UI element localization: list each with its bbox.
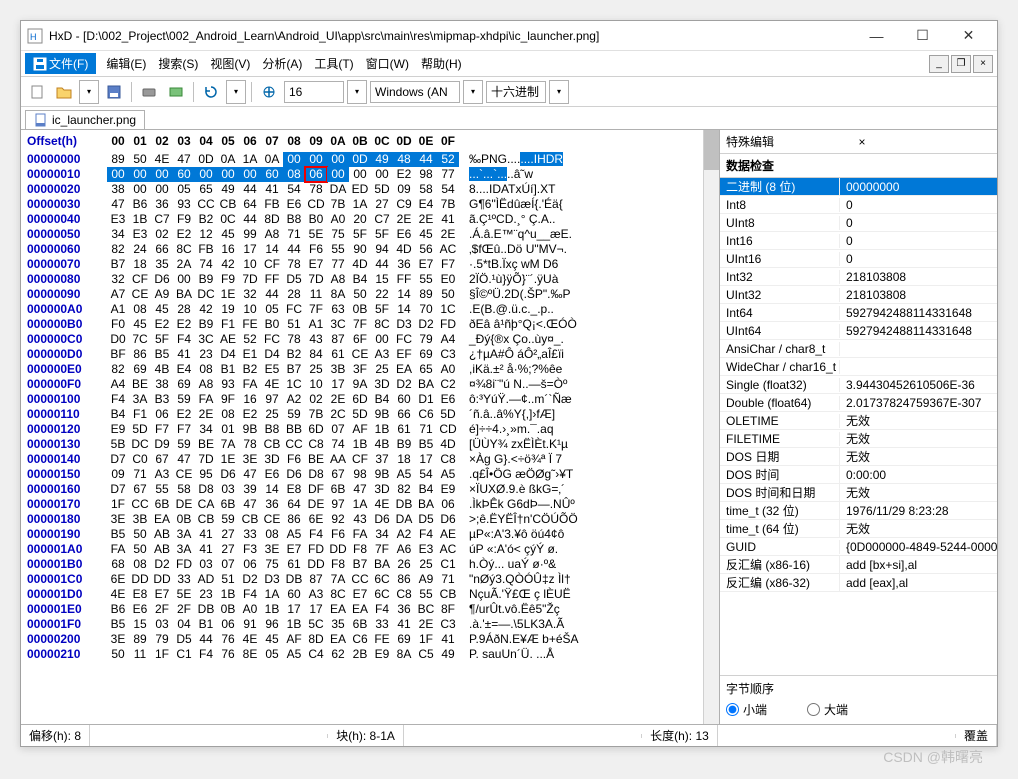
close-button[interactable]: ✕ xyxy=(946,22,991,50)
inspector-row[interactable]: Double (float64)2.01737824759367E-307 xyxy=(720,394,997,412)
disk-button[interactable] xyxy=(137,80,161,104)
inspector-row[interactable]: UInt160 xyxy=(720,250,997,268)
window-controls: — ☐ ✕ xyxy=(854,22,991,50)
file-icon xyxy=(34,113,48,127)
base-dropdown[interactable]: ▾ xyxy=(549,80,569,104)
menu-help[interactable]: 帮助(H) xyxy=(415,53,468,74)
file-tab[interactable]: ic_launcher.png xyxy=(25,110,145,129)
charset-input[interactable] xyxy=(370,81,460,103)
menu-tools[interactable]: 工具(T) xyxy=(308,53,359,74)
bpr-dropdown[interactable]: ▾ xyxy=(347,80,367,104)
save-icon xyxy=(33,57,47,71)
app-window: H HxD - [D:\002_Project\002_Android_Lear… xyxy=(20,20,998,747)
status-offset: 偏移(h): 8 xyxy=(21,725,90,746)
panel-close-button[interactable]: × xyxy=(859,135,992,149)
watermark: CSDN @韩曙亮 xyxy=(883,747,983,767)
inspector-row[interactable]: UInt32218103808 xyxy=(720,286,997,304)
statusbar: 偏移(h): 8 块(h): 8-1A 长度(h): 13 覆盖 xyxy=(21,724,997,746)
status-overwrite: 覆盖 xyxy=(956,725,997,746)
file-menu[interactable]: 文件(F) xyxy=(25,53,96,74)
little-endian-radio[interactable]: 小端 xyxy=(726,701,767,718)
base-input[interactable] xyxy=(486,81,546,103)
inspector-row[interactable]: Int645927942488114331648 xyxy=(720,304,997,322)
inspector-row[interactable]: Int32218103808 xyxy=(720,268,997,286)
mdi-minimize-button[interactable]: _ xyxy=(929,55,949,73)
menu-search[interactable]: 搜索(S) xyxy=(152,53,204,74)
tabbar: ic_launcher.png xyxy=(21,107,997,130)
inspector-row[interactable]: time_t (64 位)无效 xyxy=(720,520,997,538)
data-inspector-panel: 特殊编辑 × 数据检查 二进制 (8 位)00000000Int80UInt80… xyxy=(719,130,997,724)
ram-button[interactable] xyxy=(164,80,188,104)
titlebar: H HxD - [D:\002_Project\002_Android_Lear… xyxy=(21,21,997,51)
inspector-row[interactable]: GUID{0D000000-4849-5244-0000-00600000006… xyxy=(720,538,997,556)
inspector-row[interactable]: Int160 xyxy=(720,232,997,250)
open-button[interactable] xyxy=(52,80,76,104)
inspector-row[interactable]: UInt80 xyxy=(720,214,997,232)
open-dropdown[interactable]: ▾ xyxy=(79,80,99,104)
inspector-row[interactable]: DOS 时间0:00:00 xyxy=(720,466,997,484)
hex-view[interactable]: Offset(h)000102030405060708090A0B0C0D0E0… xyxy=(21,130,703,724)
svg-text:H: H xyxy=(30,32,37,42)
menu-edit[interactable]: 编辑(E) xyxy=(100,53,152,74)
refresh-dropdown[interactable]: ▾ xyxy=(226,80,246,104)
inspector-row[interactable]: Int80 xyxy=(720,196,997,214)
mdi-close-button[interactable]: × xyxy=(973,55,993,73)
inspector-header: 特殊编辑 × xyxy=(720,130,997,154)
inspector-row[interactable]: FILETIME无效 xyxy=(720,430,997,448)
status-length: 长度(h): 13 xyxy=(642,725,718,746)
window-title: HxD - [D:\002_Project\002_Android_Learn\… xyxy=(49,29,854,43)
charset-dropdown[interactable]: ▾ xyxy=(463,80,483,104)
inspector-row[interactable]: WideChar / char16_t xyxy=(720,358,997,376)
inspector-table: 二进制 (8 位)00000000Int80UInt80Int160UInt16… xyxy=(720,178,997,675)
toolbar: ▾ ▾ ▾ ▾ ▾ xyxy=(21,77,997,107)
iconbar-extra[interactable] xyxy=(257,80,281,104)
app-icon: H xyxy=(27,28,43,44)
minimize-button[interactable]: — xyxy=(854,22,899,50)
status-block: 块(h): 8-1A xyxy=(328,725,404,746)
menu-window[interactable]: 窗口(W) xyxy=(360,53,415,74)
bytes-per-row-input[interactable] xyxy=(284,81,344,103)
hex-scrollbar[interactable] xyxy=(703,130,719,724)
menubar: 文件(F) 编辑(E) 搜索(S) 视图(V) 分析(A) 工具(T) 窗口(W… xyxy=(21,51,997,77)
inspector-row[interactable]: DOS 时间和日期无效 xyxy=(720,484,997,502)
inspector-row[interactable]: time_t (32 位)1976/11/29 8:23:28 xyxy=(720,502,997,520)
mdi-controls: _ ❐ × xyxy=(929,55,993,73)
inspector-row[interactable]: DOS 日期无效 xyxy=(720,448,997,466)
inspector-row[interactable]: 二进制 (8 位)00000000 xyxy=(720,178,997,196)
maximize-button[interactable]: ☐ xyxy=(900,22,945,50)
big-endian-radio[interactable]: 大端 xyxy=(807,701,848,718)
save-button[interactable] xyxy=(102,80,126,104)
byte-order-group: 字节顺序 小端 大端 xyxy=(720,675,997,724)
new-button[interactable] xyxy=(25,80,49,104)
inspector-subheader: 数据检查 xyxy=(720,154,997,178)
inspector-row[interactable]: 反汇编 (x86-16)add [bx+si],al xyxy=(720,556,997,574)
refresh-button[interactable] xyxy=(199,80,223,104)
inspector-row[interactable]: UInt645927942488114331648 xyxy=(720,322,997,340)
menu-analysis[interactable]: 分析(A) xyxy=(256,53,308,74)
inspector-row[interactable]: OLETIME无效 xyxy=(720,412,997,430)
inspector-row[interactable]: 反汇编 (x86-32)add [eax],al xyxy=(720,574,997,592)
inspector-row[interactable]: Single (float32)3.94430452610506E-36 xyxy=(720,376,997,394)
menu-view[interactable]: 视图(V) xyxy=(204,53,256,74)
main-area: Offset(h)000102030405060708090A0B0C0D0E0… xyxy=(21,130,997,724)
mdi-restore-button[interactable]: ❐ xyxy=(951,55,971,73)
inspector-row[interactable]: AnsiChar / char8_t xyxy=(720,340,997,358)
